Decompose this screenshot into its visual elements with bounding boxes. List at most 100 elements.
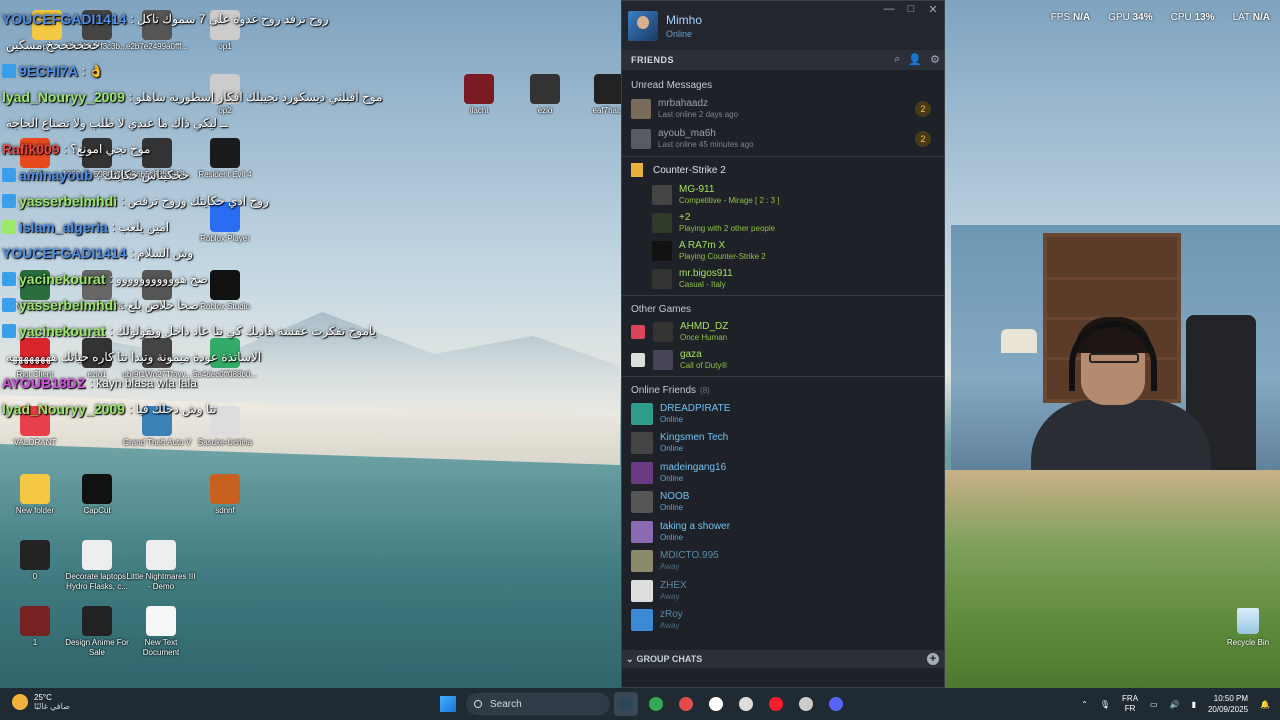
friend-status: Away [660,562,680,572]
language-indicator[interactable]: FRA FR [1122,694,1138,714]
weather-widget[interactable]: 25°C صافي غالبًا [12,693,70,711]
cs2-friend-row[interactable]: mr.bigos911 Casual - Italy [622,265,944,293]
add-group-chat-icon[interactable]: + [927,653,939,665]
online-friend-row[interactable]: Kingsmen Tech Online [622,429,944,459]
app-icon [464,74,494,104]
friend-avatar [631,432,653,455]
other-game-friend-row[interactable]: AHMD_DZ Once Human [622,318,944,346]
steam-friends-window[interactable]: Mimho Online — □ ✕ FRIENDS ⌕ 👤 ⚙ Unread … [621,0,945,688]
opera-taskbar-button[interactable] [764,692,788,716]
app-icon [82,540,112,570]
online-friend-row[interactable]: taking a shower Online [622,517,944,547]
gear-icon[interactable]: ⚙ [930,53,940,66]
chat-badge-icon [2,64,16,78]
wallpaper-grass [945,470,1280,688]
chat-message: AYOUB18DZ: kayn blasa wla lala [2,370,422,396]
discord-taskbar-button[interactable] [824,692,848,716]
start-button[interactable] [440,696,456,712]
maps-taskbar-button[interactable] [734,692,758,716]
perf-value: N/A [1072,12,1091,23]
chat-username: Rafik009 [2,141,60,157]
friend-status: Casual - Italy [679,280,726,289]
steam-taskbar-button[interactable] [614,692,638,716]
desktop-icon[interactable]: sdnnf [190,474,260,516]
other-game-friend-row[interactable]: gaza Call of Duty® [622,346,944,374]
app-icon [20,606,50,636]
chat-message: yasserbelmhdi: صحا خلاص بلغ [2,292,422,318]
chevron-up-icon[interactable]: ⌃ [1081,700,1088,709]
perf-value: 34% [1132,12,1153,23]
desktop-icon[interactable]: Decorate laptops, Hydro Flasks, c... [62,540,132,592]
online-friend-row[interactable]: NOOB Online [622,488,944,518]
unread-friend-row[interactable]: mrbahaadz Last online 2 days ago 2 [622,94,944,124]
chat-username: YOUCEFGADI1414 [2,245,127,261]
search-icon[interactable]: ⌕ [894,53,900,66]
network-icon[interactable]: ▭ [1150,700,1158,709]
perf-label: GPU [1108,12,1130,23]
desktop-icon-label: ezio [537,106,553,115]
chat-badge-icon [2,194,16,208]
chatgpt-taskbar-button[interactable] [704,692,728,716]
user-avatar[interactable] [628,10,658,41]
online-friend-row[interactable]: zRoy Away [622,606,944,636]
app-icon [146,606,176,636]
minimize-button[interactable]: — [882,3,896,16]
user-name[interactable]: Mimho [666,13,702,27]
desktop-icon[interactable]: Design Anime For Sale [62,606,132,658]
unread-friend-row[interactable]: ayoub_ma6h Last online 45 minutes ago 2 [622,124,944,154]
desktop-icon[interactable]: ezio [510,74,580,116]
taskbar: 25°C صافي غالبًا Search ⌃ 🎙 FRA FR ▭ 🔊 ▮… [0,688,1280,720]
friend-status: Online [660,414,684,424]
chat-text: : امين يلعب [111,220,170,234]
microphone-icon[interactable]: 🎙 [1100,700,1110,709]
search-icon [474,700,482,708]
chrome-taskbar-button[interactable] [644,692,668,716]
desktop-icon[interactable]: New folder [0,474,70,516]
recycle-bin[interactable]: Recycle Bin [1222,608,1274,647]
volume-icon[interactable]: 🔊 [1170,700,1180,709]
friend-avatar [653,322,673,342]
cs2-friend-row[interactable]: MG-911 Competitive - Mirage [ 2 : 3 ] [622,181,944,209]
add-friend-icon[interactable]: 👤 [908,53,922,66]
cs2-friend-row[interactable]: +2 Playing with 2 other people [622,209,944,237]
desktop-icon-label: sdnnf [215,506,235,515]
chat-text: : kayn blasa wla lala [89,376,197,390]
friend-name: A RA7m X [679,240,726,251]
online-friend-row[interactable]: MDICTO.995 Away [622,547,944,577]
desktop-icon[interactable]: CapCut [62,474,132,516]
settings-taskbar-button[interactable] [794,692,818,716]
online-friend-row[interactable]: ZHEX Away [622,576,944,606]
online-friends-header[interactable]: Online Friends (8) [622,381,944,399]
desktop-icon-label: Grand Theft Auto V [122,438,192,447]
maps-icon [739,697,753,711]
game-icon [631,353,645,367]
desktop-icon[interactable]: 0 [0,540,70,582]
recycle-bin-icon [1237,608,1259,634]
desktop-icon[interactable]: New Text Document [126,606,196,658]
online-friend-row[interactable]: madeingang16 Online [622,458,944,488]
close-button[interactable]: ✕ [926,3,940,16]
friend-name: MG-911 [679,184,715,195]
friend-avatar [631,579,653,602]
cs2-friend-row[interactable]: A RA7m X Playing Counter-Strike 2 [622,237,944,265]
chat-text: : وش السلام [130,246,194,260]
desktop-icon[interactable]: ilachi [444,74,514,116]
clock[interactable]: 10:50 PM 20/09/2025 [1208,693,1248,715]
maximize-button[interactable]: □ [904,3,918,16]
desktop-icon[interactable]: Little Nightmares III - Demo [126,540,196,592]
unread-section-title: Unread Messages [631,79,713,91]
online-friend-row[interactable]: DREADPIRATE Online [622,399,944,429]
chat-message: yasserbelmhdi: روح ادي حكايتك وروح ترقص [2,188,422,214]
group-chats-bar[interactable]: ⌄ GROUP CHATS + [622,650,944,668]
perf-stat: LAT N/A [1233,12,1270,23]
steam-title-bar[interactable]: Mimho Online — □ ✕ [622,1,944,50]
friend-status: Playing Counter-Strike 2 [679,252,766,261]
battery-icon[interactable]: ▮ [1192,700,1196,709]
taskbar-search[interactable]: Search [466,693,610,715]
desktop-icon[interactable]: 1 [0,606,70,648]
chat-username: aminayoub [19,167,93,183]
capture-taskbar-button[interactable] [674,692,698,716]
cs2-group-header[interactable]: Counter-Strike 2 [622,159,944,181]
chat-message: خخخخخخخ مسكين [2,32,422,58]
notifications-icon[interactable]: 🔔 [1260,700,1270,709]
